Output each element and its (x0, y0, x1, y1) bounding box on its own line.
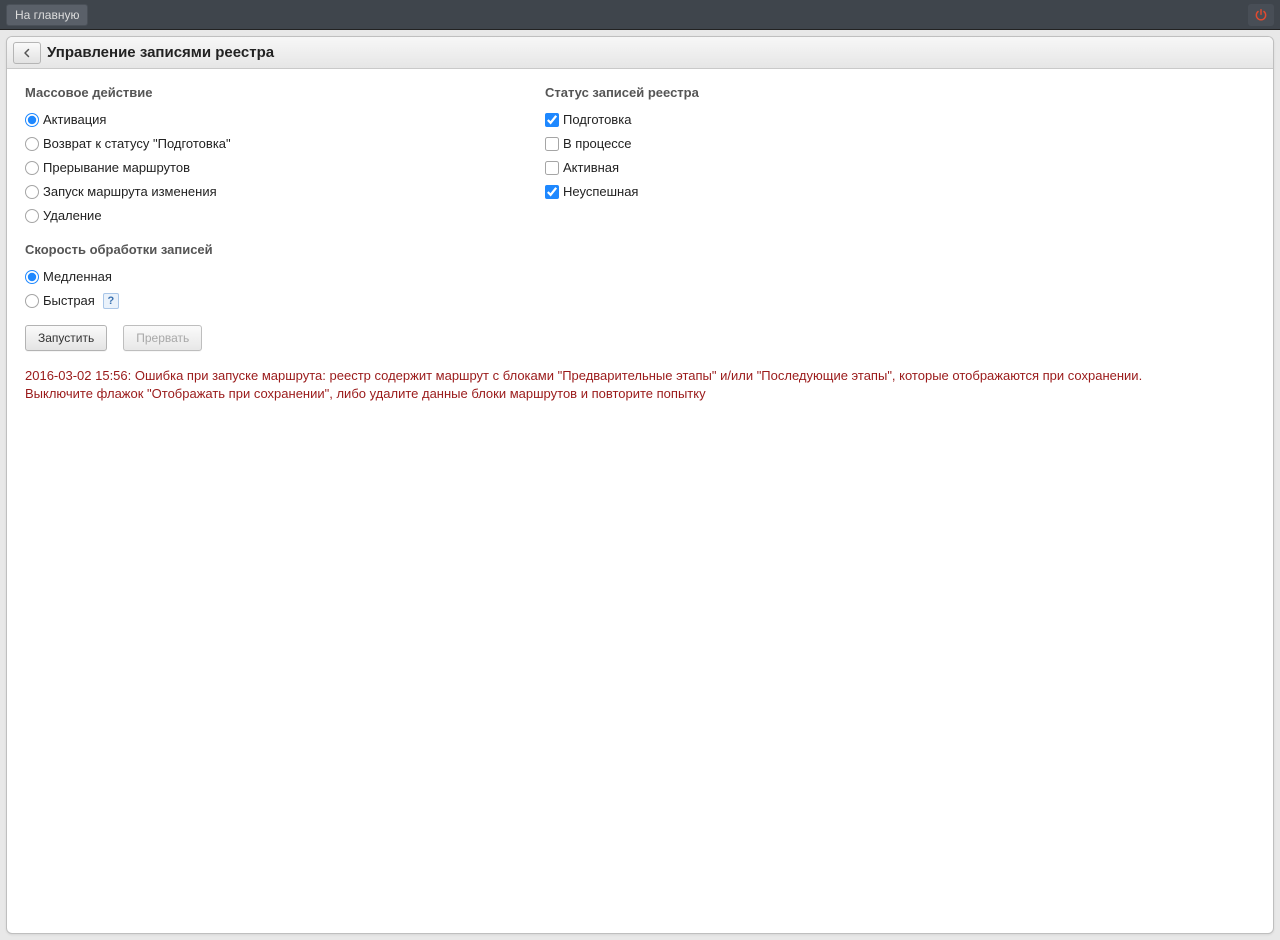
power-icon (1254, 8, 1268, 22)
chevron-left-icon (21, 47, 33, 59)
mass-action-option-interrupt[interactable]: Прерывание маршрутов (25, 156, 505, 180)
radio-interrupt[interactable] (25, 161, 39, 175)
mass-action-option-start-change[interactable]: Запуск маршрута изменения (25, 180, 505, 204)
mass-action-column: Массовое действие Активация Возврат к ст… (25, 83, 505, 351)
radio-slow-label: Медленная (43, 267, 112, 287)
radio-delete[interactable] (25, 209, 39, 223)
abort-button[interactable]: Прервать (123, 325, 202, 351)
status-column: Статус записей реестра Подготовка В проц… (545, 83, 1025, 351)
app-bar: На главную (0, 0, 1280, 30)
checkbox-in-process[interactable] (545, 137, 559, 151)
speed-section: Скорость обработки записей Медленная Быс… (25, 242, 505, 313)
panel-header: Управление записями реестра (7, 37, 1273, 69)
error-message: 2016-03-02 15:56: Ошибка при запуске мар… (25, 367, 1205, 402)
radio-start-change-label: Запуск маршрута изменения (43, 182, 217, 202)
radio-activation[interactable] (25, 113, 39, 127)
radio-return-prep[interactable] (25, 137, 39, 151)
radio-start-change[interactable] (25, 185, 39, 199)
back-button[interactable] (13, 42, 41, 64)
mass-action-option-activation[interactable]: Активация (25, 108, 505, 132)
panel-title: Управление записями реестра (47, 44, 274, 61)
speed-option-slow[interactable]: Медленная (25, 265, 505, 289)
radio-delete-label: Удаление (43, 206, 102, 226)
mass-action-label: Массовое действие (25, 85, 505, 100)
checkbox-failed[interactable] (545, 185, 559, 199)
home-button[interactable]: На главную (6, 4, 88, 26)
mass-action-option-delete[interactable]: Удаление (25, 204, 505, 228)
radio-slow[interactable] (25, 270, 39, 284)
checkbox-in-process-label: В процессе (563, 134, 632, 154)
panel-body: Массовое действие Активация Возврат к ст… (7, 69, 1273, 416)
button-row: Запустить Прервать (25, 325, 505, 351)
checkbox-prep[interactable] (545, 113, 559, 127)
status-option-failed[interactable]: Неуспешная (545, 180, 1025, 204)
start-button[interactable]: Запустить (25, 325, 107, 351)
status-option-active[interactable]: Активная (545, 156, 1025, 180)
checkbox-prep-label: Подготовка (563, 110, 631, 130)
power-button[interactable] (1248, 4, 1274, 26)
radio-interrupt-label: Прерывание маршрутов (43, 158, 190, 178)
mass-action-option-return-prep[interactable]: Возврат к статусу "Подготовка" (25, 132, 505, 156)
radio-activation-label: Активация (43, 110, 106, 130)
checkbox-active-label: Активная (563, 158, 619, 178)
main-panel: Управление записями реестра Массовое дей… (6, 36, 1274, 934)
speed-label: Скорость обработки записей (25, 242, 505, 257)
radio-fast-label: Быстрая (43, 291, 95, 311)
radio-return-prep-label: Возврат к статусу "Подготовка" (43, 134, 231, 154)
status-option-prep[interactable]: Подготовка (545, 108, 1025, 132)
help-icon[interactable]: ? (103, 293, 119, 309)
speed-option-fast[interactable]: Быстрая ? (25, 289, 505, 313)
checkbox-failed-label: Неуспешная (563, 182, 638, 202)
status-label: Статус записей реестра (545, 85, 1025, 100)
checkbox-active[interactable] (545, 161, 559, 175)
status-option-in-process[interactable]: В процессе (545, 132, 1025, 156)
radio-fast[interactable] (25, 294, 39, 308)
